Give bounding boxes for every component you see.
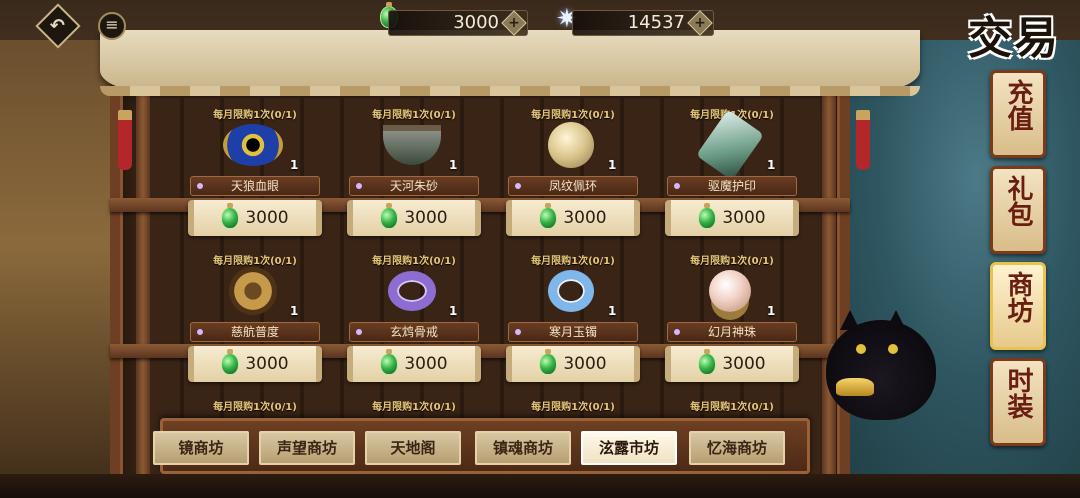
jade-seal-icon xyxy=(695,109,765,181)
tab-mirror-shop[interactable]: 镜商坊 xyxy=(153,431,249,465)
menu-button[interactable]: ≡ xyxy=(98,12,126,40)
blue-bracelet-icon xyxy=(540,264,602,318)
shop-category-tabs: 镜商坊 声望商坊 天地阁 镇魂商坊 泫露市坊 忆海商坊 xyxy=(153,418,810,474)
necklace-icon xyxy=(381,118,443,172)
bottom-decoration xyxy=(0,474,1080,498)
item-quantity: 1 xyxy=(608,158,617,172)
item-name: 驱魔护印 xyxy=(667,176,797,196)
tassel-decoration xyxy=(856,110,870,170)
jade-currency-icon xyxy=(380,349,399,375)
purchase-limit: 每月限购1次(0/1) xyxy=(531,402,615,413)
buy-button[interactable]: 3000 xyxy=(188,200,322,236)
page-title: 交易 xyxy=(968,13,1060,64)
gold-ingot-icon xyxy=(836,378,874,396)
side-tab-bar: 充值 礼包 商坊 时装 xyxy=(990,70,1052,454)
item-quantity: 1 xyxy=(608,304,617,318)
phoenix-pendant-icon xyxy=(540,118,602,172)
buy-button[interactable]: 3000 xyxy=(506,200,640,236)
jade-currency-icon xyxy=(698,203,717,229)
jade-currency-icon xyxy=(380,203,399,229)
back-arrow-icon: ↶ xyxy=(50,15,66,37)
add-star-button[interactable]: + xyxy=(687,10,713,36)
shop-item[interactable]: 每月限购1次(0/1) 1 玄鸩骨戒 3000 xyxy=(347,246,481,382)
add-jade-button[interactable]: + xyxy=(501,10,527,36)
purchase-limit: 每月限购1次(0/1) xyxy=(372,402,456,413)
tab-tiandi-pavilion[interactable]: 天地阁 xyxy=(365,431,461,465)
item-name: 凤纹佩环 xyxy=(508,176,638,196)
item-quantity: 1 xyxy=(767,158,776,172)
shop-item[interactable]: 每月限购1次(0/1) 1 幻月神珠 3000 xyxy=(665,246,799,382)
side-tab-recharge[interactable]: 充值 xyxy=(990,70,1046,158)
jade-currency-display: 3000 + xyxy=(388,10,528,36)
pearl-icon xyxy=(699,264,761,318)
item-name: 寒月玉镯 xyxy=(508,322,638,342)
buy-button[interactable]: 3000 xyxy=(347,346,481,382)
tab-reputation-shop[interactable]: 声望商坊 xyxy=(259,431,355,465)
shop-item[interactable]: 每月限购1次(0/1) 1 寒月玉镯 3000 xyxy=(506,246,640,382)
item-name: 天狼血眼 xyxy=(190,176,320,196)
side-tab-fashion[interactable]: 时装 xyxy=(990,358,1046,446)
eye-gem-icon xyxy=(222,118,284,172)
shelf-post xyxy=(136,90,150,498)
item-quantity: 1 xyxy=(290,304,299,318)
item-quantity: 1 xyxy=(449,158,458,172)
tab-xuanlu-market[interactable]: 泫露市坊 xyxy=(581,431,677,465)
item-quantity: 1 xyxy=(449,304,458,318)
jade-currency-icon xyxy=(221,349,240,375)
star-currency-display: 14537 + xyxy=(572,10,714,36)
side-tab-gift-pack[interactable]: 礼包 xyxy=(990,166,1046,254)
purple-ring-icon xyxy=(381,264,443,318)
buy-button[interactable]: 3000 xyxy=(188,346,322,382)
shop-item[interactable]: 每月限购1次(0/1) 1 凤纹佩环 3000 xyxy=(506,100,640,236)
item-name: 幻月神珠 xyxy=(667,322,797,342)
black-cat-mascot xyxy=(826,310,936,420)
jade-currency-icon xyxy=(698,349,717,375)
jade-amount: 3000 xyxy=(453,12,499,33)
item-name: 玄鸩骨戒 xyxy=(349,322,479,342)
shop-item[interactable]: 每月限购1次(0/1) 1 天河朱砂 3000 xyxy=(347,100,481,236)
item-quantity: 1 xyxy=(767,304,776,318)
bronze-disc-icon xyxy=(222,264,284,318)
buy-button[interactable]: 3000 xyxy=(665,346,799,382)
jade-currency-icon xyxy=(221,203,240,229)
back-button[interactable]: ↶ xyxy=(35,3,81,49)
menu-icon: ≡ xyxy=(105,15,119,34)
shop-item[interactable]: 每月限购1次(0/1) 1 天狼血眼 3000 xyxy=(188,100,322,236)
tassel-decoration xyxy=(118,110,132,170)
jade-currency-icon xyxy=(539,349,558,375)
buy-button[interactable]: 3000 xyxy=(347,200,481,236)
item-quantity: 1 xyxy=(290,158,299,172)
side-tab-shop[interactable]: 商坊 xyxy=(990,262,1046,350)
tab-yihai-shop[interactable]: 忆海商坊 xyxy=(689,431,785,465)
purchase-limit: 每月限购1次(0/1) xyxy=(690,402,774,413)
buy-button[interactable]: 3000 xyxy=(506,346,640,382)
jade-currency-icon xyxy=(539,203,558,229)
shelf-post xyxy=(822,90,836,498)
star-amount: 14537 xyxy=(627,12,685,33)
top-bar: ↶ ≡ 3000 + ✷ 14537 + xyxy=(0,0,1080,49)
shop-item[interactable]: 每月限购1次(0/1) 1 驱魔护印 3000 xyxy=(665,100,799,236)
item-name: 天河朱砂 xyxy=(349,176,479,196)
purchase-limit: 每月限购1次(0/1) xyxy=(213,402,297,413)
shop-item[interactable]: 每月限购1次(0/1) 1 慈航普度 3000 xyxy=(188,246,322,382)
item-name: 慈航普度 xyxy=(190,322,320,342)
tab-soul-shop[interactable]: 镇魂商坊 xyxy=(475,431,571,465)
buy-button[interactable]: 3000 xyxy=(665,200,799,236)
